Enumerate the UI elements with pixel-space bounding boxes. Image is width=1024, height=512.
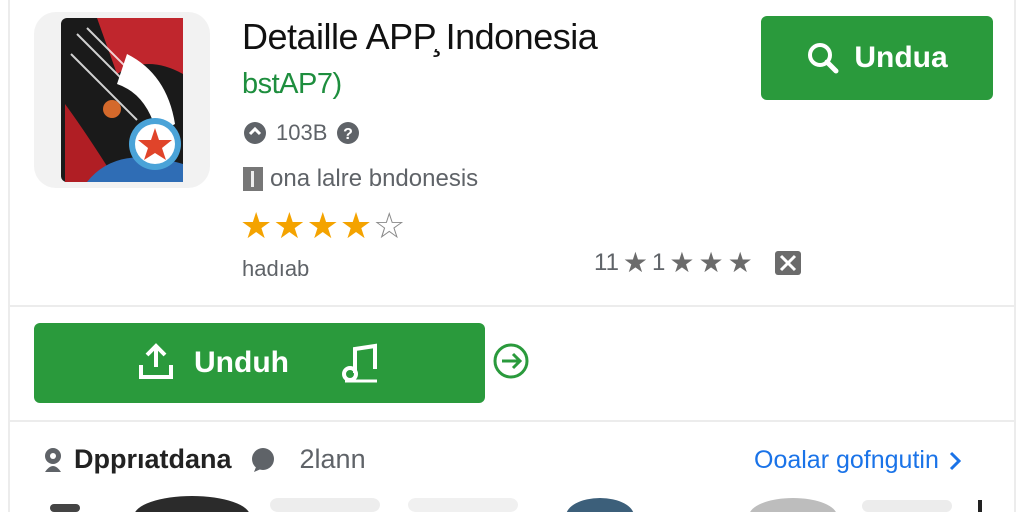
- gray-star-icon: ★: [698, 247, 724, 278]
- gray-star-icon: ★: [622, 247, 649, 278]
- main-download-label: Unduh: [194, 346, 289, 379]
- music-note-icon: [342, 343, 377, 383]
- rating-counts: 11 ★ 1 ★ ★ ★: [594, 246, 803, 279]
- chevron-right-icon: [949, 451, 961, 470]
- filled-star-icon: ★: [273, 205, 306, 246]
- top-download-button[interactable]: Undua: [761, 16, 993, 100]
- region-flag-icon: [243, 167, 263, 191]
- frame-border-left: [8, 0, 10, 512]
- upload-icon: [139, 343, 173, 379]
- plan-label: 2lann: [299, 444, 366, 474]
- gift-label: hadıab: [242, 256, 310, 281]
- chat-bubble-icon: [251, 447, 274, 472]
- app-size: 103B: [276, 120, 328, 145]
- developer-section-label: Dpprıatdana: [74, 444, 232, 474]
- download-size-icon: [244, 122, 266, 144]
- share-arrow-icon[interactable]: [492, 342, 530, 380]
- top-download-label: Undua: [854, 41, 948, 74]
- rating-count-a: 11: [594, 248, 619, 276]
- thumbnail-preview[interactable]: [270, 496, 380, 512]
- rating-count-b: 1: [652, 248, 666, 276]
- developer-row: Dpprıatdana 2lann: [42, 444, 366, 475]
- filled-star-icon: ★: [339, 205, 373, 246]
- close-box-icon[interactable]: [773, 249, 803, 277]
- search-icon: [808, 43, 839, 74]
- developer-name[interactable]: bstAP7): [242, 68, 342, 101]
- app-title: Detaille APP̧ Indonesia: [242, 16, 598, 57]
- section-divider: [10, 305, 1014, 307]
- empty-star-icon: ☆: [373, 205, 406, 246]
- see-all-link[interactable]: Ooalar gofngutin: [754, 446, 961, 475]
- app-region: ona lalre bndonesis: [270, 165, 479, 192]
- gray-star-icon: ★: [669, 247, 695, 278]
- section-divider: [10, 420, 1014, 422]
- region-row: ona lalre bndonesis: [242, 165, 478, 193]
- size-row: 103B ?: [242, 120, 361, 146]
- app-logo-icon: [61, 18, 183, 182]
- help-icon[interactable]: ?: [335, 120, 361, 146]
- filled-star-icon: ★: [306, 205, 339, 246]
- thumbnail-preview[interactable]: [975, 496, 985, 512]
- svg-text:?: ?: [344, 126, 354, 143]
- location-pin-icon: [45, 447, 61, 472]
- rating-stars: ★ ★ ★ ★ ☆: [240, 206, 405, 246]
- thumbnail-preview[interactable]: [408, 496, 518, 512]
- thumbnail-preview[interactable]: [862, 496, 952, 512]
- gray-star-icon: ★: [727, 247, 753, 278]
- app-icon-container: [34, 12, 210, 188]
- main-download-button[interactable]: Unduh: [34, 323, 485, 403]
- thumbnail-preview[interactable]: [132, 496, 252, 512]
- frame-border-right: [1014, 0, 1016, 512]
- filled-star-icon: ★: [240, 205, 273, 246]
- thumbnail-preview[interactable]: [748, 496, 838, 512]
- see-all-label: Ooalar gofngutin: [754, 446, 939, 474]
- thumbnail-preview[interactable]: [565, 496, 635, 512]
- thumbnail-preview[interactable]: [40, 496, 80, 512]
